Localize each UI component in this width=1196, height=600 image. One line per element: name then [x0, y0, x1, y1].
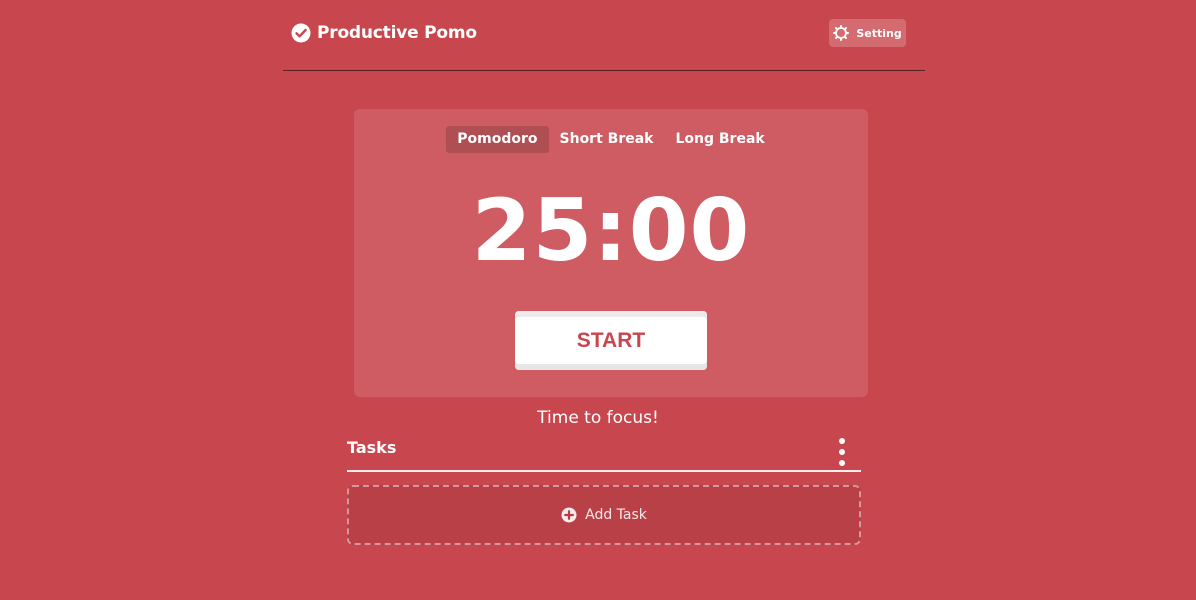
- start-button[interactable]: START: [515, 311, 707, 370]
- tab-pomodoro[interactable]: Pomodoro: [446, 126, 549, 153]
- tab-short-break[interactable]: Short Break: [549, 126, 665, 153]
- tasks-title: Tasks: [347, 438, 397, 457]
- check-circle-icon: [291, 23, 311, 43]
- app-logo[interactable]: Productive Pomo: [291, 21, 477, 45]
- app-header: Productive Pomo Setting: [283, 0, 925, 71]
- timer-card: Pomodoro Short Break Long Break 25:00 ST…: [354, 109, 868, 397]
- focus-message: Time to focus!: [537, 408, 659, 428]
- plus-circle-icon: [561, 507, 577, 523]
- more-vertical-icon[interactable]: [837, 438, 847, 466]
- tab-long-break[interactable]: Long Break: [664, 126, 775, 153]
- tasks-header: Tasks: [347, 436, 861, 472]
- app-title: Productive Pomo: [317, 23, 477, 43]
- mode-tabs: Pomodoro Short Break Long Break: [354, 126, 868, 153]
- add-task-button[interactable]: Add Task: [347, 485, 861, 545]
- timer-display: 25:00: [471, 181, 751, 281]
- add-task-label: Add Task: [585, 507, 647, 523]
- gear-icon: [833, 25, 850, 41]
- setting-button[interactable]: Setting: [829, 19, 906, 47]
- setting-label: Setting: [856, 26, 902, 40]
